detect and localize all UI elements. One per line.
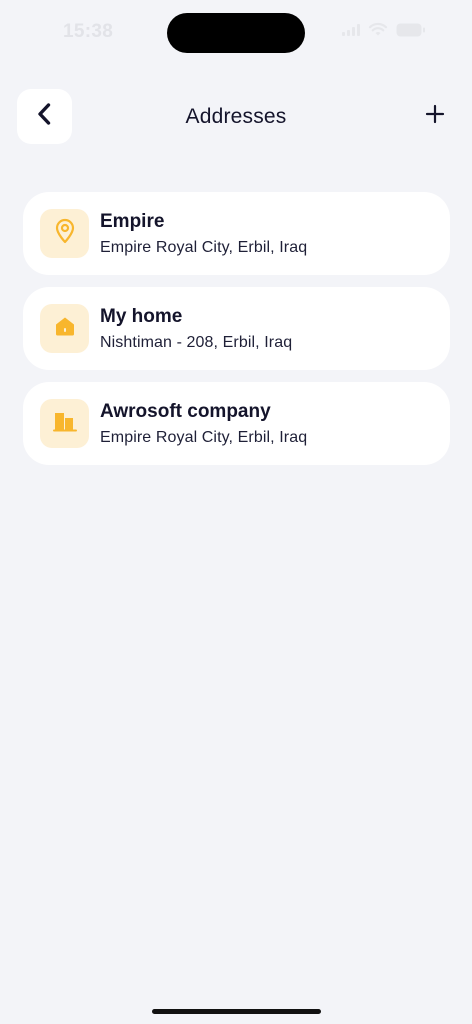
add-address-button[interactable] xyxy=(422,103,448,129)
header: Addresses xyxy=(0,89,472,145)
status-bar: 15:38 xyxy=(0,0,472,64)
dynamic-island xyxy=(167,13,305,53)
address-detail: Nishtiman - 208, Erbil, Iraq xyxy=(100,334,293,351)
location-pin-icon xyxy=(53,218,77,249)
address-name: My home xyxy=(100,306,183,327)
address-detail: Empire Royal City, Erbil, Iraq xyxy=(100,429,308,446)
home-icon xyxy=(53,314,77,343)
building-icon xyxy=(52,409,78,438)
signal-icon xyxy=(342,23,360,36)
address-icon-box xyxy=(40,304,89,353)
battery-icon xyxy=(396,23,426,37)
status-time: 15:38 xyxy=(63,21,114,42)
address-icon-box xyxy=(40,399,89,448)
address-card-awrosoft[interactable]: Awrosoft company Empire Royal City, Erbi… xyxy=(23,382,450,465)
address-list: Empire Empire Royal City, Erbil, Iraq My… xyxy=(23,192,450,477)
address-name: Empire xyxy=(100,211,165,232)
address-card-my-home[interactable]: My home Nishtiman - 208, Erbil, Iraq xyxy=(23,287,450,370)
plus-icon xyxy=(425,104,445,129)
status-icons xyxy=(342,22,426,37)
address-name: Awrosoft company xyxy=(100,401,271,422)
address-icon-box xyxy=(40,209,89,258)
page-title: Addresses xyxy=(185,105,287,128)
address-card-empire[interactable]: Empire Empire Royal City, Erbil, Iraq xyxy=(23,192,450,275)
home-indicator[interactable] xyxy=(152,1009,321,1014)
wifi-icon xyxy=(368,22,388,37)
address-detail: Empire Royal City, Erbil, Iraq xyxy=(100,239,308,256)
